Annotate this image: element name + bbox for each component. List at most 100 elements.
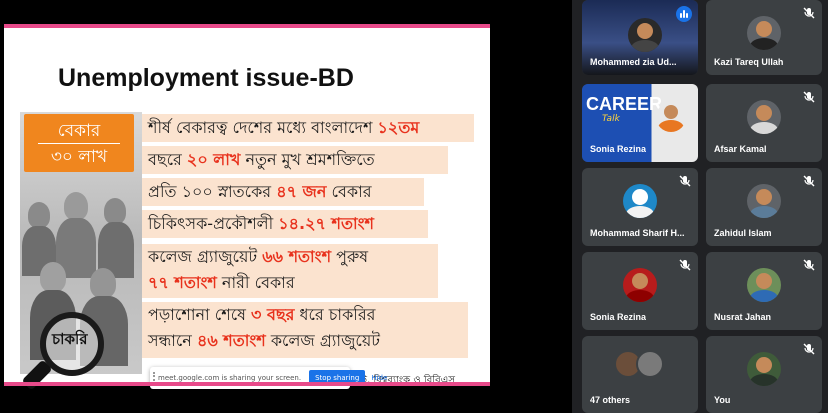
crowd-person bbox=[90, 268, 116, 298]
fact-text: নারী বেকার bbox=[216, 273, 295, 292]
fact-row: চিকিৎসক-প্রকৌশলী ১৪.২৭ শতাংশ bbox=[142, 210, 428, 238]
shoulders bbox=[626, 290, 654, 302]
presentation-stage: Unemployment issue-BD বেকার ৩০ লাখ শীর্ষ… bbox=[0, 0, 572, 413]
speaking-icon bbox=[676, 6, 692, 22]
unemployed-count-badge: বেকার ৩০ লাখ bbox=[24, 114, 134, 172]
face bbox=[756, 105, 772, 121]
participant-name: Sonia Rezina bbox=[590, 312, 647, 322]
mic-off-icon bbox=[803, 7, 815, 19]
face bbox=[632, 189, 648, 205]
fact-row: প্রতি ১০০ স্নাতকের ৪৭ জন বেকার bbox=[142, 178, 424, 206]
shoulders bbox=[658, 120, 684, 132]
fact-line: সন্ধানে ৪৬ শতাংশ কলেজ গ্র্যাজুয়েট bbox=[148, 328, 468, 354]
shoulders bbox=[750, 290, 778, 302]
fact-text: চিকিৎসক-প্রকৌশলী bbox=[148, 214, 279, 233]
mic-off-icon bbox=[803, 259, 815, 271]
face bbox=[664, 105, 678, 119]
fact-row: শীর্ষ বেকারত্ব দেশের মধ্যে বাংলাদেশ ১২তম bbox=[142, 114, 474, 142]
badge-label: বেকার bbox=[24, 118, 134, 146]
shoulders bbox=[750, 122, 778, 134]
avatar bbox=[623, 184, 657, 218]
shoulders bbox=[750, 38, 778, 50]
participant-name: Nusrat Jahan bbox=[714, 312, 772, 322]
face bbox=[632, 273, 648, 289]
fact-row: বছরে ২০ লাখ নতুন মুখ শ্রমশক্তিতে bbox=[142, 146, 448, 174]
fact-text: কলেজ গ্র্যাজুয়েট bbox=[148, 247, 263, 266]
avatar bbox=[747, 100, 781, 134]
fact-text: প্রতি ১০০ স্নাতকের bbox=[148, 182, 277, 201]
participant-name: Afsar Kamal bbox=[714, 144, 767, 154]
fact-highlight: ১২তম bbox=[377, 118, 420, 137]
mic-off-icon bbox=[803, 91, 815, 103]
crowd-person bbox=[40, 262, 66, 292]
participant-name: Mohammad Sharif H... bbox=[590, 228, 685, 238]
participant-tile[interactable]: Nusrat Jahan bbox=[706, 252, 822, 330]
participant-tile[interactable]: Afsar Kamal bbox=[706, 84, 822, 162]
self-tile[interactable]: You bbox=[706, 336, 822, 413]
mic-off-icon bbox=[803, 175, 815, 187]
fact-text: নতুন মুখ শ্রমশক্তিতে bbox=[240, 150, 375, 169]
participant-tile[interactable]: Mohammad Sharif H... bbox=[582, 168, 698, 246]
participant-name: Mohammed zia Ud... bbox=[590, 57, 677, 67]
participant-name: You bbox=[714, 395, 731, 405]
fact-highlight: ১৪.২৭ শতাংশ bbox=[278, 214, 374, 233]
crowd-person bbox=[28, 202, 50, 228]
slide-top-bar bbox=[4, 24, 490, 28]
participant-name: Sonia Rezina bbox=[590, 144, 647, 154]
fact-text: সন্ধানে bbox=[148, 331, 197, 350]
others-avatar bbox=[636, 350, 664, 378]
face bbox=[637, 23, 653, 39]
career-subtitle: Talk bbox=[602, 114, 620, 124]
avatar bbox=[747, 184, 781, 218]
face bbox=[756, 189, 772, 205]
avatar bbox=[747, 16, 781, 50]
magnifier-label: চাকরি bbox=[52, 330, 88, 348]
fact-text: বছরে bbox=[148, 150, 187, 169]
participant-name: Zahidul Islam bbox=[714, 228, 772, 238]
avatar bbox=[623, 268, 657, 302]
fact-highlight: ৭৭ শতাংশ bbox=[148, 273, 217, 292]
fact-highlight: ৪৭ জন bbox=[276, 182, 327, 201]
slide-title: Unemployment issue-BD bbox=[58, 64, 354, 92]
shared-slide: Unemployment issue-BD বেকার ৩০ লাখ শীর্ষ… bbox=[4, 24, 490, 391]
participant-video bbox=[628, 18, 662, 52]
fact-highlight: ৪৬ শতাংশ bbox=[196, 331, 266, 350]
fact-text: ধরে চাকরির bbox=[294, 305, 376, 324]
fact-text: পড়াশোনা শেষে bbox=[148, 305, 252, 324]
fact-line: পড়াশোনা শেষে ৩ বছর ধরে চাকরির bbox=[148, 302, 468, 328]
fact-highlight: ২০ লাখ bbox=[186, 150, 241, 169]
face bbox=[756, 21, 772, 37]
fact-row: কলেজ গ্র্যাজুয়েট ৬৬ শতাংশ পুরুষ ৭৭ শতাংশ… bbox=[142, 244, 438, 298]
career-title: CAREER bbox=[586, 94, 663, 114]
shoulders bbox=[750, 206, 778, 218]
fact-text: কলেজ গ্র্যাজুয়েট bbox=[265, 331, 380, 350]
others-tile[interactable]: 47 others bbox=[582, 336, 698, 413]
hide-button[interactable]: Hide bbox=[371, 374, 387, 382]
participant-name: Kazi Tareq Ullah bbox=[714, 57, 784, 67]
crowd-person bbox=[104, 198, 126, 224]
fact-highlight: ৬৬ শতাংশ bbox=[262, 247, 332, 266]
fact-line: কলেজ গ্র্যাজুয়েট ৬৬ শতাংশ পুরুষ bbox=[148, 244, 438, 270]
mic-off-icon bbox=[803, 343, 815, 355]
fact-highlight: ৩ বছর bbox=[251, 305, 295, 324]
participant-video bbox=[656, 102, 686, 132]
share-status-text: meet.google.com is sharing your screen. bbox=[158, 374, 302, 382]
fact-text: বেকার bbox=[326, 182, 372, 201]
mic-off-icon bbox=[679, 259, 691, 271]
face bbox=[756, 273, 772, 289]
shoulders bbox=[750, 374, 778, 386]
participant-tile[interactable]: CAREER Talk Sonia Rezina bbox=[582, 84, 698, 162]
fact-text: শীর্ষ বেকারত্ব দেশের মধ্যে বাংলাদেশ bbox=[148, 118, 378, 137]
avatar bbox=[747, 268, 781, 302]
slide-bottom-bar bbox=[4, 382, 490, 386]
participant-tile[interactable]: Mohammed zia Ud... bbox=[582, 0, 698, 75]
participant-tile[interactable]: Kazi Tareq Ullah bbox=[706, 0, 822, 75]
avatar bbox=[747, 352, 781, 386]
mic-off-icon bbox=[679, 175, 691, 187]
shoulders bbox=[631, 40, 659, 52]
shoulders bbox=[626, 206, 654, 218]
face bbox=[756, 357, 772, 373]
participant-tile[interactable]: Zahidul Islam bbox=[706, 168, 822, 246]
others-count: 47 others bbox=[590, 395, 631, 405]
participant-tile[interactable]: Sonia Rezina bbox=[582, 252, 698, 330]
